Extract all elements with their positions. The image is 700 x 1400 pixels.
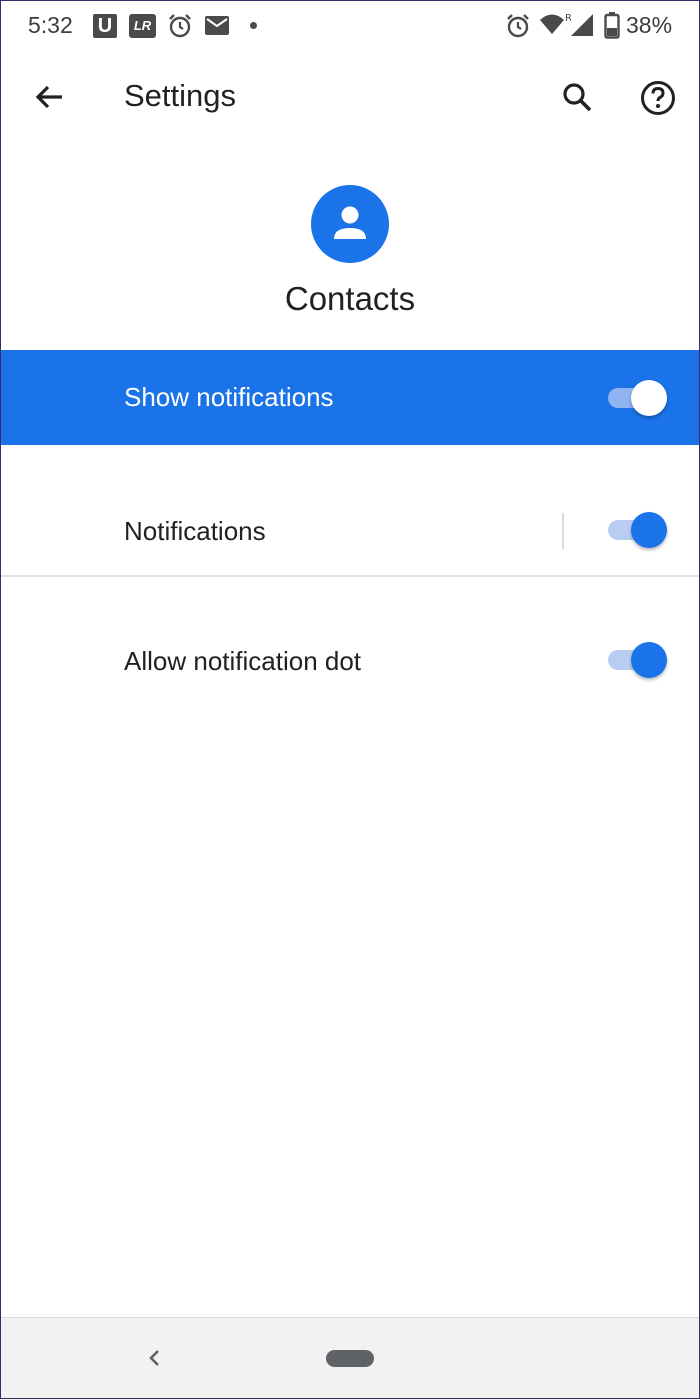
person-icon: [334, 206, 366, 239]
notifications-label: Notifications: [124, 516, 266, 546]
u-app-icon: U: [93, 14, 117, 38]
alarm-icon: [169, 14, 191, 38]
status-time: 5:32: [28, 12, 73, 38]
alarm-icon: [507, 14, 529, 38]
contacts-app-icon: [311, 185, 389, 263]
nav-back-button[interactable]: [140, 1342, 168, 1374]
back-button[interactable]: [24, 72, 76, 124]
wifi-icon: R: [540, 13, 571, 34]
show-notifications-switch[interactable]: [608, 377, 668, 417]
notifications-switch[interactable]: [608, 509, 668, 549]
app-name: Contacts: [284, 280, 416, 317]
search-icon: [563, 83, 592, 112]
switch-thumb: [631, 380, 667, 416]
switch-thumb: [631, 512, 667, 548]
nav-back-icon: [149, 1350, 159, 1366]
page-title: Settings: [124, 78, 237, 113]
dot-icon: [250, 22, 257, 29]
notification-dot-switch[interactable]: [608, 639, 668, 679]
show-notifications-label: Show notifications: [124, 382, 334, 412]
show-notifications-row[interactable]: Show notifications: [0, 350, 700, 445]
navigation-bar: [0, 1317, 700, 1400]
switch-thumb: [631, 642, 667, 678]
notification-dot-row[interactable]: Allow notification dot: [0, 615, 700, 705]
app-bar: Settings: [0, 52, 700, 144]
mail-icon: [205, 16, 229, 35]
search-button[interactable]: [552, 72, 604, 124]
home-pill-icon[interactable]: [326, 1350, 374, 1367]
signal-icon: [571, 14, 593, 36]
help-button[interactable]: [632, 72, 684, 124]
notification-dot-label: Allow notification dot: [124, 646, 362, 676]
lr-app-icon: LR: [129, 14, 156, 38]
status-bar: 5:32 U LR R 38%: [0, 0, 700, 52]
arrow-back-icon: [35, 85, 62, 109]
help-icon: [641, 81, 675, 115]
battery-icon: [604, 12, 620, 39]
notifications-row[interactable]: Notifications: [0, 485, 700, 575]
battery-percent: 38%: [626, 12, 673, 38]
vertical-divider: [562, 513, 564, 549]
divider: [0, 575, 700, 577]
